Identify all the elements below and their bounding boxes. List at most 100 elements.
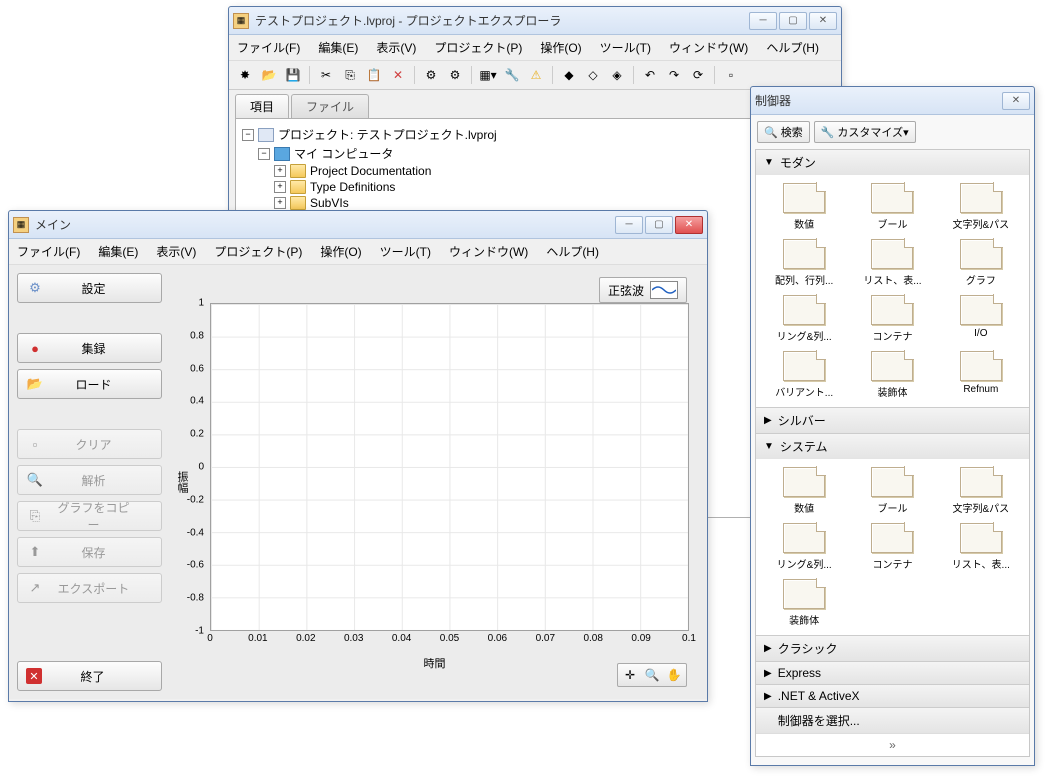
palette-item[interactable]: 数値 xyxy=(762,183,846,231)
close-button[interactable]: ✕ xyxy=(675,216,703,234)
collapse-icon[interactable]: − xyxy=(242,129,254,141)
palette-item[interactable]: バリアント... xyxy=(762,351,846,399)
menu-project[interactable]: プロジェクト(P) xyxy=(432,37,524,58)
redo-icon[interactable]: ↷ xyxy=(664,65,684,85)
palette-item[interactable]: リング&列... xyxy=(762,295,846,343)
tree-root[interactable]: − プロジェクト: テストプロジェクト.lvproj xyxy=(242,125,828,144)
tab-items[interactable]: 項目 xyxy=(235,94,289,118)
tool8-icon[interactable]: ▫ xyxy=(721,65,741,85)
tab-files[interactable]: ファイル xyxy=(291,94,369,118)
menu-window[interactable]: ウィンドウ(W) xyxy=(447,241,530,262)
more-indicator[interactable]: » xyxy=(756,733,1029,756)
palette-item[interactable]: コンテナ xyxy=(850,523,934,571)
menu-project[interactable]: プロジェクト(P) xyxy=(212,241,304,262)
cursor-tool-icon[interactable]: ✛ xyxy=(620,666,640,684)
minimize-button[interactable]: ─ xyxy=(749,12,777,30)
palette-item[interactable]: 数値 xyxy=(762,467,846,515)
tree-item[interactable]: + SubVIs xyxy=(274,195,828,211)
refresh-icon[interactable]: ⟳ xyxy=(688,65,708,85)
menu-help[interactable]: ヘルプ(H) xyxy=(544,241,601,262)
tool5-icon[interactable]: ◆ xyxy=(559,65,579,85)
settings-button[interactable]: ⚙設定 xyxy=(17,273,162,303)
plot-area[interactable] xyxy=(210,303,689,631)
new-icon[interactable]: ✸ xyxy=(235,65,255,85)
tool4-icon[interactable]: 🔧 xyxy=(502,65,522,85)
menu-file[interactable]: ファイル(F) xyxy=(15,241,82,262)
palette-item[interactable]: リスト、表... xyxy=(850,239,934,287)
palette-item[interactable]: 文字列&パス xyxy=(939,467,1023,515)
customize-button[interactable]: 🔧カスタマイズ▾ xyxy=(814,121,916,143)
waveform-graph[interactable]: 正弦波 1 0.8 0.6 0.4 0.2 0 -0.2 -0.4 -0.6 -… xyxy=(170,273,699,691)
expand-icon[interactable]: + xyxy=(274,197,286,209)
project-titlebar[interactable]: ▦ テストプロジェクト.lvproj - プロジェクトエクスプローラ ─ ▢ ✕ xyxy=(229,7,841,35)
section-system[interactable]: ▼システム xyxy=(756,433,1029,459)
save-button[interactable]: ⬆保存 xyxy=(17,537,162,567)
palette-item[interactable]: I/O xyxy=(939,295,1023,343)
palette-item[interactable]: コンテナ xyxy=(850,295,934,343)
copy-graph-button[interactable]: ⎘グラフをコピー xyxy=(17,501,162,531)
menu-view[interactable]: 表示(V) xyxy=(374,37,418,58)
palette-item[interactable]: リング&列... xyxy=(762,523,846,571)
close-button[interactable]: ✕ xyxy=(1002,92,1030,110)
tree-computer[interactable]: − マイ コンピュータ xyxy=(258,144,828,163)
menu-window[interactable]: ウィンドウ(W) xyxy=(667,37,750,58)
analyze-button[interactable]: 🔍解析 xyxy=(17,465,162,495)
section-classic[interactable]: ▶クラシック xyxy=(756,635,1029,661)
close-button[interactable]: ✕ xyxy=(809,12,837,30)
section-select[interactable]: ▶制御器を選択... xyxy=(756,707,1029,733)
menu-tools[interactable]: ツール(T) xyxy=(378,241,433,262)
section-express[interactable]: ▶Express xyxy=(756,661,1029,684)
menu-file[interactable]: ファイル(F) xyxy=(235,37,302,58)
tool7-icon[interactable]: ◈ xyxy=(607,65,627,85)
tool6-icon[interactable]: ◇ xyxy=(583,65,603,85)
delete-icon[interactable]: ✕ xyxy=(388,65,408,85)
paste-icon[interactable]: 📋 xyxy=(364,65,384,85)
maximize-button[interactable]: ▢ xyxy=(645,216,673,234)
graph-legend[interactable]: 正弦波 xyxy=(599,277,687,303)
tool3-icon[interactable]: ▦▾ xyxy=(478,65,498,85)
palette-item[interactable]: Refnum xyxy=(939,351,1023,399)
exit-button[interactable]: ✕終了 xyxy=(17,661,162,691)
section-silver[interactable]: ▶シルバー xyxy=(756,407,1029,433)
acquire-button[interactable]: ●集録 xyxy=(17,333,162,363)
menu-view[interactable]: 表示(V) xyxy=(154,241,198,262)
vi-titlebar[interactable]: ▦ メイン ─ ▢ ✕ xyxy=(9,211,707,239)
menu-edit[interactable]: 編集(E) xyxy=(316,37,360,58)
palette-item[interactable]: 装飾体 xyxy=(762,579,846,627)
palette-item[interactable]: ブール xyxy=(850,183,934,231)
palette-item[interactable]: リスト、表... xyxy=(939,523,1023,571)
tool2-icon[interactable]: ⚙ xyxy=(445,65,465,85)
section-modern[interactable]: ▼モダン xyxy=(756,150,1029,175)
save-icon[interactable]: 💾 xyxy=(283,65,303,85)
cut-icon[interactable]: ✂ xyxy=(316,65,336,85)
open-icon[interactable]: 📂 xyxy=(259,65,279,85)
maximize-button[interactable]: ▢ xyxy=(779,12,807,30)
palette-item[interactable]: グラフ xyxy=(939,239,1023,287)
export-button[interactable]: ↗エクスポート xyxy=(17,573,162,603)
expand-icon[interactable]: + xyxy=(274,165,286,177)
copy-icon[interactable]: ⎘ xyxy=(340,65,360,85)
minimize-button[interactable]: ─ xyxy=(615,216,643,234)
menu-operate[interactable]: 操作(O) xyxy=(318,241,363,262)
undo-icon[interactable]: ↶ xyxy=(640,65,660,85)
tree-item[interactable]: + Project Documentation xyxy=(274,163,828,179)
tool1-icon[interactable]: ⚙ xyxy=(421,65,441,85)
section-netactivex[interactable]: ▶.NET & ActiveX xyxy=(756,684,1029,707)
zoom-tool-icon[interactable]: 🔍 xyxy=(642,666,662,684)
hand-tool-icon[interactable]: ✋ xyxy=(664,666,684,684)
clear-button[interactable]: ▫クリア xyxy=(17,429,162,459)
palette-item[interactable]: 文字列&パス xyxy=(939,183,1023,231)
load-button[interactable]: 📂ロード xyxy=(17,369,162,399)
warn-icon[interactable]: ⚠ xyxy=(526,65,546,85)
search-button[interactable]: 🔍検索 xyxy=(757,121,810,143)
expand-icon[interactable]: + xyxy=(274,181,286,193)
menu-tools[interactable]: ツール(T) xyxy=(598,37,653,58)
tree-item[interactable]: + Type Definitions xyxy=(274,179,828,195)
collapse-icon[interactable]: − xyxy=(258,148,270,160)
menu-operate[interactable]: 操作(O) xyxy=(538,37,583,58)
palette-titlebar[interactable]: 制御器 ✕ xyxy=(751,87,1034,115)
palette-item[interactable]: 配列、行列... xyxy=(762,239,846,287)
palette-item[interactable]: 装飾体 xyxy=(850,351,934,399)
menu-help[interactable]: ヘルプ(H) xyxy=(764,37,821,58)
palette-item[interactable]: ブール xyxy=(850,467,934,515)
